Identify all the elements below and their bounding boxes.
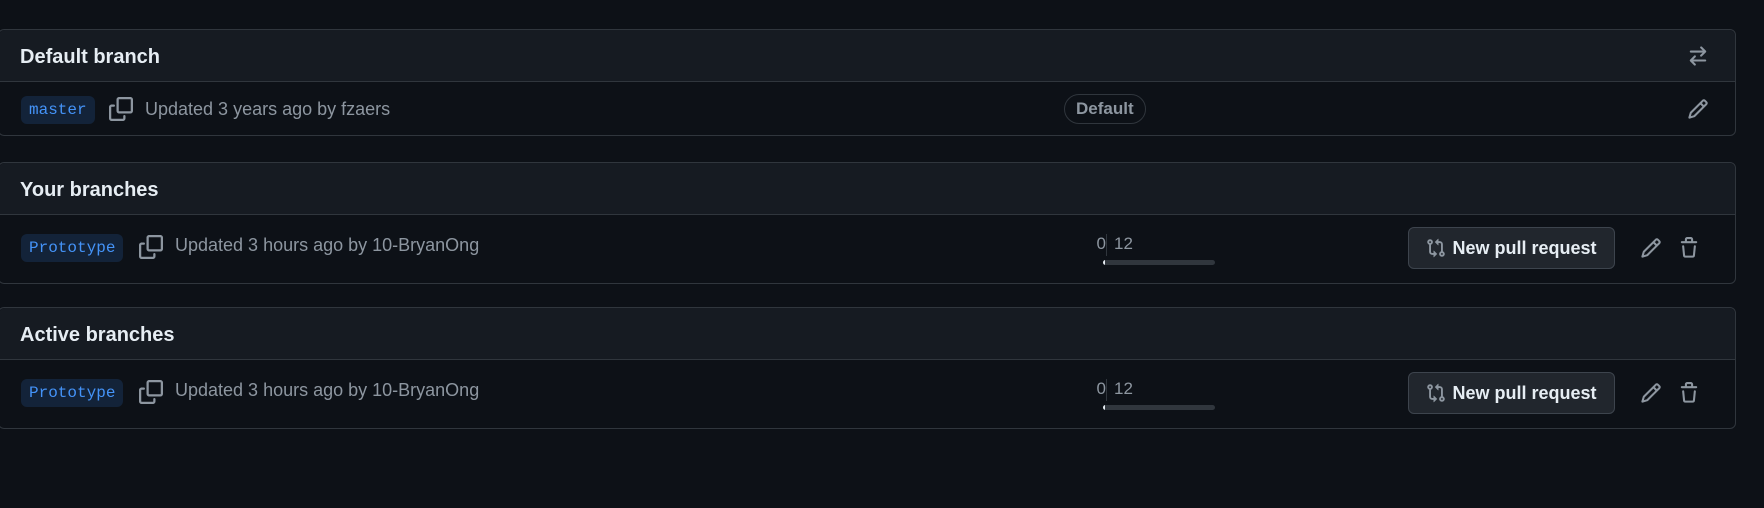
- behind-bar-fill: [1103, 405, 1105, 410]
- updated-text: Updated 3 years ago by fzaers: [145, 99, 391, 119]
- trash-icon[interactable]: [1675, 234, 1703, 262]
- default-branch-header: Default branch: [0, 30, 1735, 82]
- ahead-behind-counts: 0 12: [1090, 377, 1216, 415]
- pencil-icon[interactable]: [1637, 234, 1665, 262]
- new-pull-request-label: New pull request: [1452, 237, 1597, 258]
- pencil-icon[interactable]: [1684, 95, 1712, 123]
- branch-row: master Updated 3 years ago by fzaers Def…: [0, 82, 1735, 136]
- your-branches-header: Your branches: [0, 163, 1735, 215]
- copy-icon[interactable]: [137, 233, 165, 261]
- ahead-count: 12: [1114, 379, 1133, 398]
- git-compare-icon: [1426, 383, 1446, 403]
- copy-icon[interactable]: [107, 95, 135, 123]
- branch-name-link[interactable]: Prototype: [21, 379, 124, 407]
- branch-name-link[interactable]: master: [21, 96, 95, 124]
- count-divider: [1106, 379, 1107, 401]
- your-branches-section: Your branches Prototype Updated 3 hours …: [0, 162, 1736, 284]
- updated-text: Updated 3 hours ago by 10-BryanOng: [175, 235, 480, 255]
- branch-name-link[interactable]: Prototype: [21, 234, 124, 262]
- updated-text: Updated 3 hours ago by 10-BryanOng: [175, 380, 480, 400]
- section-title: Default branch: [20, 46, 161, 68]
- new-pull-request-button[interactable]: New pull request: [1408, 372, 1615, 414]
- arrow-switch-icon[interactable]: [1684, 42, 1712, 70]
- new-pull-request-button[interactable]: New pull request: [1408, 227, 1615, 269]
- branches-page: Default branch master Updated 3 years ag…: [0, 0, 1764, 508]
- behind-count: 0: [1096, 379, 1106, 398]
- ahead-count: 12: [1114, 234, 1133, 253]
- ahead-behind-counts: 0 12: [1090, 232, 1216, 270]
- new-pull-request-label: New pull request: [1452, 382, 1597, 403]
- behind-bar-fill: [1103, 260, 1105, 265]
- count-divider: [1106, 234, 1107, 256]
- git-compare-icon: [1426, 238, 1446, 258]
- section-title: Active branches: [20, 324, 175, 346]
- default-branch-section: Default branch master Updated 3 years ag…: [0, 29, 1736, 136]
- branch-row: Prototype Updated 3 hours ago by 10-Brya…: [0, 215, 1735, 283]
- pencil-icon[interactable]: [1637, 379, 1665, 407]
- ahead-behind-bar: [1103, 260, 1215, 265]
- default-badge: Default: [1064, 94, 1146, 124]
- section-title: Your branches: [20, 179, 159, 201]
- trash-icon[interactable]: [1675, 379, 1703, 407]
- active-branches-header: Active branches: [0, 308, 1735, 360]
- ahead-behind-bar: [1103, 405, 1215, 410]
- copy-icon[interactable]: [137, 378, 165, 406]
- branch-row: Prototype Updated 3 hours ago by 10-Brya…: [0, 360, 1735, 428]
- active-branches-section: Active branches Prototype Updated 3 hour…: [0, 307, 1736, 429]
- behind-count: 0: [1096, 234, 1106, 253]
